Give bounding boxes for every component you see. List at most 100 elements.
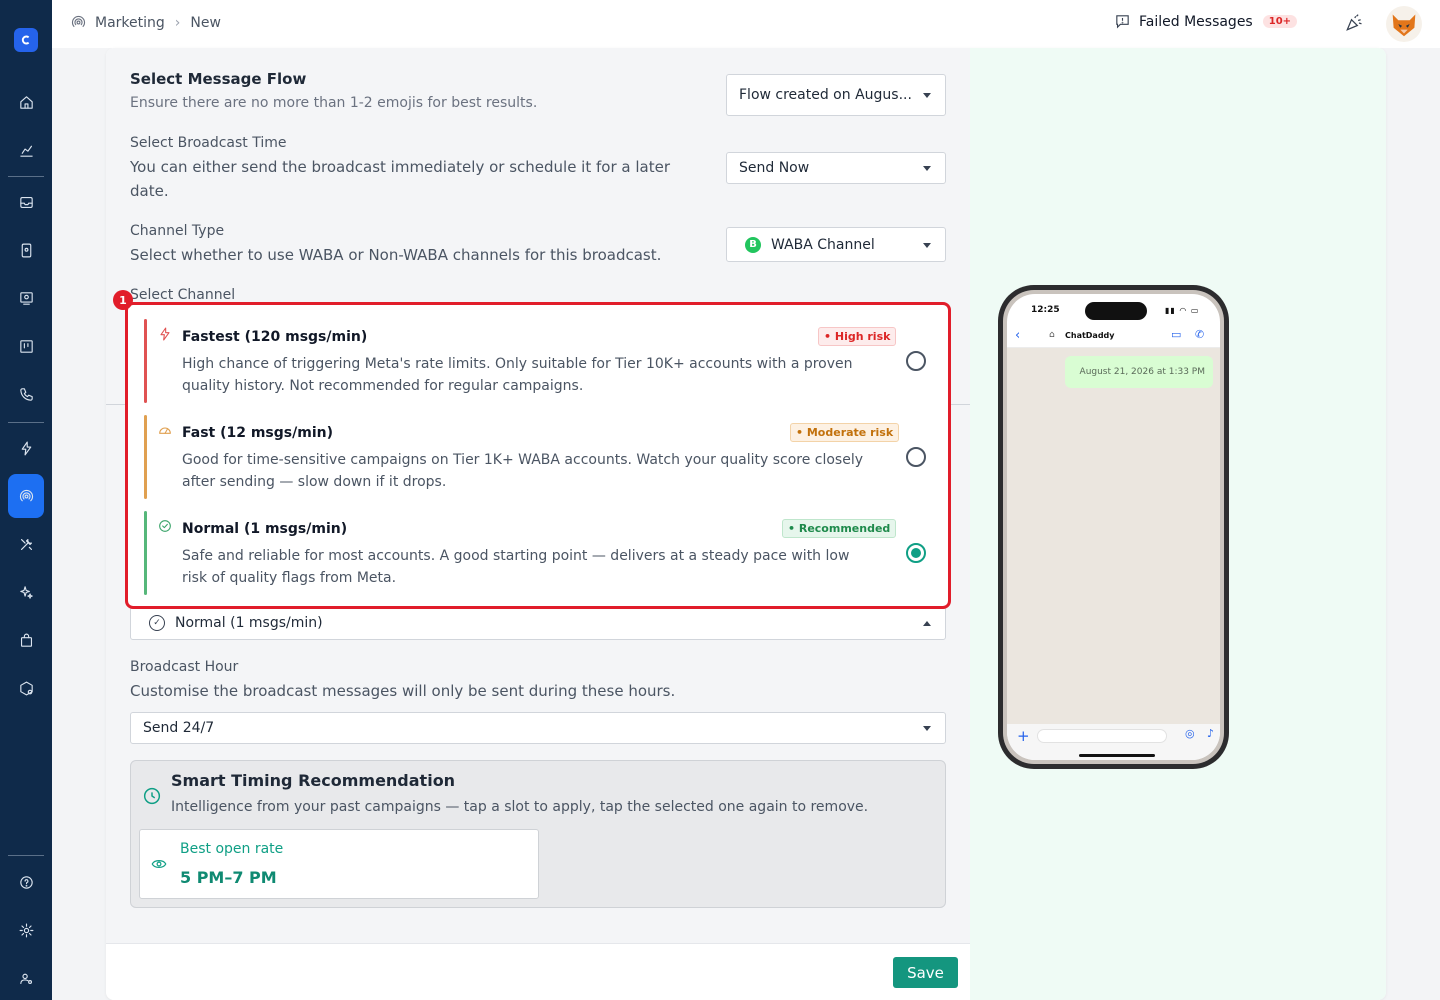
flow-select[interactable]: Flow created on Augus... bbox=[726, 74, 946, 116]
phone-icon[interactable] bbox=[8, 376, 44, 412]
inbox-icon[interactable] bbox=[8, 184, 44, 220]
avatar[interactable] bbox=[1386, 6, 1422, 42]
lightning-icon bbox=[157, 326, 173, 342]
risk-badge: • Moderate risk bbox=[790, 423, 900, 442]
speed-select-value: Normal (1 msgs/min) bbox=[175, 615, 323, 631]
channel-type-select[interactable]: B WABA Channel bbox=[726, 227, 946, 262]
flow-title: Select Message Flow bbox=[130, 70, 307, 88]
breadcrumb-section[interactable]: Marketing bbox=[95, 15, 165, 31]
speed-option-fastest[interactable]: Fastest (120 msgs/min) High chance of tr… bbox=[144, 319, 934, 403]
message-bubble: August 21, 2026 at 1:33 PM bbox=[1065, 356, 1213, 388]
dynamic-island bbox=[1085, 302, 1147, 320]
caret-up-icon bbox=[923, 621, 931, 626]
ai-sparkle-icon[interactable] bbox=[8, 574, 44, 610]
phone-screen: 12:25 ▮▮ ◠ ▭ ‹ ⌂ ChatDaddy ▭ ✆ August 21… bbox=[1007, 294, 1220, 760]
select-channel-label: Select Channel bbox=[130, 287, 236, 301]
eye-icon bbox=[150, 855, 168, 877]
help-icon[interactable] bbox=[8, 864, 44, 900]
channel-type-value: WABA Channel bbox=[771, 236, 875, 253]
risk-bar bbox=[144, 511, 147, 595]
best-open-rate-label: Best open rate bbox=[180, 841, 284, 857]
shop-icon[interactable] bbox=[8, 622, 44, 658]
message-input bbox=[1037, 729, 1167, 743]
smart-timing-panel: Smart Timing Recommendation Intelligence… bbox=[130, 760, 946, 908]
option-title: Fastest (120 msgs/min) bbox=[182, 329, 368, 345]
caret-down-icon bbox=[923, 93, 931, 98]
speed-option-normal[interactable]: Normal (1 msgs/min) Safe and reliable fo… bbox=[144, 511, 934, 595]
best-open-rate-value: 5 PM–7 PM bbox=[180, 868, 277, 887]
speed-option-fast[interactable]: Fast (12 msgs/min) Good for time-sensiti… bbox=[144, 415, 934, 499]
plus-icon: + bbox=[1017, 727, 1030, 745]
top-bar: Marketing › New Failed Messages 10+ bbox=[52, 0, 1440, 48]
sidebar bbox=[0, 0, 52, 1000]
broadcast-time-select[interactable]: Send Now bbox=[726, 152, 946, 184]
mic-icon: ♪ bbox=[1207, 727, 1215, 740]
automation-icon[interactable] bbox=[8, 430, 44, 466]
settings-icon[interactable] bbox=[8, 912, 44, 948]
gauge-icon bbox=[157, 422, 173, 438]
option-radio[interactable] bbox=[906, 351, 926, 371]
broadcast-hour-value: Send 24/7 bbox=[143, 720, 215, 736]
failed-messages-label: Failed Messages bbox=[1139, 13, 1253, 30]
broadcast-hour-select[interactable]: Send 24/7 bbox=[130, 712, 946, 744]
check-circle-icon: ✓ bbox=[149, 615, 165, 631]
clock-icon bbox=[141, 785, 163, 811]
tools-icon[interactable] bbox=[8, 526, 44, 562]
waba-icon: B bbox=[745, 236, 761, 253]
option-description: High chance of triggering Meta's rate li… bbox=[182, 356, 853, 394]
phone-frame: 12:25 ▮▮ ◠ ▭ ‹ ⌂ ChatDaddy ▭ ✆ August 21… bbox=[1003, 290, 1224, 764]
broadcast-icon[interactable] bbox=[8, 474, 44, 518]
broadcast-time-description: You can either send the broadcast immedi… bbox=[130, 158, 670, 200]
option-title: Normal (1 msgs/min) bbox=[182, 521, 348, 537]
option-description: Good for time-sensitive campaigns on Tie… bbox=[182, 452, 864, 490]
speed-select[interactable]: ✓ Normal (1 msgs/min) bbox=[130, 606, 946, 640]
broadcast-icon bbox=[71, 15, 86, 28]
chevron-right-icon: › bbox=[174, 14, 181, 31]
business-icon: ⌂ bbox=[1049, 330, 1055, 340]
templates-icon[interactable] bbox=[8, 280, 44, 316]
form-footer: Save bbox=[106, 943, 970, 1000]
video-call-icon: ▭ bbox=[1171, 328, 1182, 341]
option-title: Fast (12 msgs/min) bbox=[182, 425, 333, 441]
smart-timing-description: Intelligence from your past campaigns — … bbox=[171, 799, 869, 815]
sidebar-divider bbox=[8, 176, 44, 177]
option-radio[interactable] bbox=[906, 447, 926, 467]
risk-bar bbox=[144, 415, 147, 499]
alert-message-icon bbox=[1116, 15, 1129, 29]
caret-down-icon bbox=[923, 166, 931, 171]
risk-bar bbox=[144, 319, 147, 403]
home-indicator bbox=[1079, 754, 1155, 757]
sidebar-divider bbox=[8, 422, 44, 423]
back-icon: ‹ bbox=[1015, 328, 1021, 343]
flow-description: Ensure there are no more than 1-2 emojis… bbox=[130, 95, 538, 111]
signal-wifi-battery-icon: ▮▮ ◠ ▭ bbox=[1165, 306, 1200, 315]
smart-timing-title: Smart Timing Recommendation bbox=[171, 771, 456, 790]
home-icon[interactable] bbox=[8, 84, 44, 120]
broadcast-hour-description: Customise the broadcast messages will on… bbox=[130, 682, 676, 700]
annotation-marker: 1 bbox=[113, 290, 133, 310]
chat-contact-name: ChatDaddy bbox=[1065, 331, 1115, 340]
best-open-rate-slot[interactable]: Best open rate 5 PM–7 PM bbox=[139, 829, 539, 899]
failed-count-badge: 10+ bbox=[1262, 15, 1298, 28]
call-icon: ✆ bbox=[1195, 328, 1205, 341]
camera-icon: ◎ bbox=[1185, 727, 1195, 740]
flow-select-value: Flow created on Augus... bbox=[739, 87, 912, 103]
contacts-icon[interactable] bbox=[8, 232, 44, 268]
channel-speed-dropdown: Fastest (120 msgs/min) High chance of tr… bbox=[125, 302, 951, 609]
broadcast-time-label: Select Broadcast Time bbox=[130, 135, 287, 151]
caret-down-icon bbox=[923, 242, 931, 248]
failed-messages-button[interactable]: Failed Messages 10+ bbox=[1114, 13, 1298, 30]
chat-header: ‹ ⌂ ChatDaddy ▭ ✆ bbox=[1007, 324, 1220, 348]
party-popper-icon[interactable] bbox=[1344, 13, 1364, 37]
app-logo[interactable] bbox=[14, 28, 38, 52]
save-button[interactable]: Save bbox=[893, 957, 958, 988]
sidebar-divider bbox=[8, 855, 44, 856]
check-circle-icon bbox=[157, 518, 173, 534]
kanban-icon[interactable] bbox=[8, 328, 44, 364]
option-radio[interactable] bbox=[906, 543, 926, 563]
team-icon[interactable] bbox=[8, 960, 44, 996]
analytics-icon[interactable] bbox=[8, 132, 44, 168]
phone-preview: 12:25 ▮▮ ◠ ▭ ‹ ⌂ ChatDaddy ▭ ✆ August 21… bbox=[998, 285, 1229, 769]
chat-background: August 21, 2026 at 1:33 PM bbox=[1007, 348, 1220, 724]
integrations-icon[interactable] bbox=[8, 670, 44, 706]
